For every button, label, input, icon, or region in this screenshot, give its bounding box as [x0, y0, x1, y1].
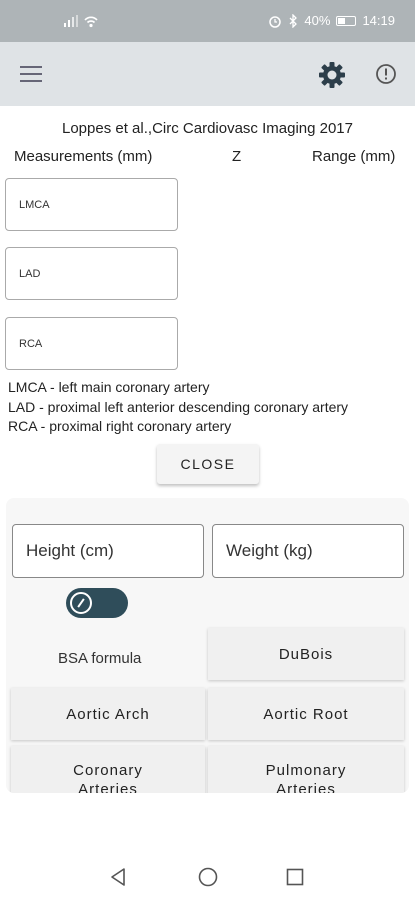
status-bar: 40% 14:19	[0, 0, 415, 42]
rca-label: RCA	[19, 338, 43, 350]
signal-icons	[64, 14, 99, 28]
height-placeholder: Height (cm)	[26, 541, 114, 560]
app-bar	[0, 42, 415, 106]
lad-field[interactable]: LAD	[5, 247, 178, 300]
lmca-field[interactable]: LMCA	[5, 178, 178, 231]
signal-icon	[64, 15, 78, 27]
aortic-arch-button[interactable]: Aortic Arch	[11, 688, 205, 740]
info-icon[interactable]	[375, 63, 397, 85]
lmca-label: LMCA	[19, 199, 50, 211]
coronary-dialog: Loppes et al.,Circ Cardiovasc Imaging 20…	[0, 106, 415, 852]
home-icon[interactable]	[198, 867, 218, 887]
bsa-formula-button[interactable]: DuBois	[208, 628, 404, 680]
battery-icon	[336, 15, 357, 26]
menu-icon[interactable]	[20, 66, 42, 82]
pulmonary-arteries-label: Pulmonary Arteries	[265, 761, 347, 794]
weight-input[interactable]: Weight (kg)	[212, 524, 404, 578]
status-right: 40% 14:19	[268, 13, 395, 28]
bsa-formula-label: BSA formula	[58, 650, 142, 667]
legend-lmca: LMCA - left main coronary artery	[8, 379, 210, 395]
range-header: Range (mm)	[312, 148, 396, 165]
bsa-toggle[interactable]	[66, 588, 128, 618]
pulmonary-arteries-button[interactable]: Pulmonary Arteries	[208, 746, 404, 793]
gear-icon[interactable]	[317, 60, 347, 90]
legend-rca: RCA - proximal right coronary artery	[8, 418, 232, 434]
z-header: Z	[232, 148, 242, 165]
battery-percent: 40%	[304, 13, 331, 28]
rca-field[interactable]: RCA	[5, 317, 178, 370]
lad-label: LAD	[19, 268, 41, 280]
citation-text: Loppes et al.,Circ Cardiovasc Imaging 20…	[62, 120, 353, 137]
aortic-root-button[interactable]: Aortic Root	[208, 688, 404, 740]
measurements-header: Measurements (mm)	[14, 148, 153, 165]
clock: 14:19	[362, 13, 395, 28]
toggle-knob-icon	[70, 592, 92, 614]
coronary-arteries-button[interactable]: Coronary Arteries	[11, 746, 205, 793]
recents-icon[interactable]	[286, 868, 304, 886]
legend-lad: LAD - proximal left anterior descending …	[8, 399, 349, 415]
bluetooth-icon	[289, 13, 298, 28]
weight-placeholder: Weight (kg)	[226, 541, 313, 560]
calculator-panel: Height (cm) Weight (kg) BSA formula DuBo…	[6, 498, 409, 793]
height-input[interactable]: Height (cm)	[12, 524, 204, 578]
wifi-icon	[84, 16, 98, 28]
back-icon[interactable]	[109, 867, 127, 887]
alarm-icon	[269, 15, 282, 28]
close-button[interactable]: CLOSE	[157, 444, 259, 484]
coronary-arteries-label: Coronary Arteries	[73, 761, 143, 794]
navigation-bar	[0, 852, 415, 900]
